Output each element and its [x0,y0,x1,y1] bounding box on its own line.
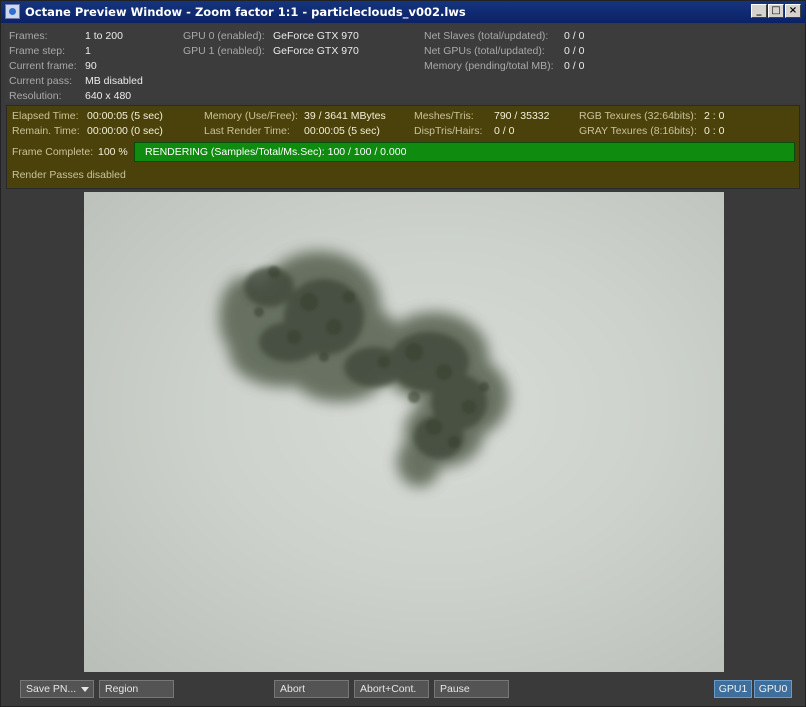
gpu0-toggle[interactable]: GPU0 [754,680,792,698]
gpu0-label: GPU 0 (enabled): [183,30,265,42]
current-frame-value: 90 [85,60,97,72]
title-bar[interactable]: Octane Preview Window - Zoom factor 1:1 … [1,1,805,23]
particle-cloud-render [219,251,509,487]
frames-label: Frames: [9,30,48,42]
bottom-toolbar: Save PN... Region Abort Abort+Cont. Paus… [1,673,805,706]
frame-complete-label: Frame Complete: [12,146,94,158]
abort-button[interactable]: Abort [274,680,349,698]
current-pass-value: MB disabled [85,75,143,87]
remain-time-label: Remain. Time: [12,125,80,137]
memory-pending-label: Memory (pending/total MB): [424,60,554,72]
disp-tris-value: 0 / 0 [494,125,515,137]
rgb-textures-value: 2 : 0 [704,110,725,122]
gpu1-label: GPU 1 (enabled): [183,45,265,57]
minimize-button[interactable]: _ [751,4,767,18]
save-png-dropdown[interactable]: Save PN... [20,680,94,698]
render-stats-panel: Elapsed Time: 00:00:05 (5 sec) Remain. T… [6,105,800,189]
elapsed-time-label: Elapsed Time: [12,110,79,122]
frames-value: 1 to 200 [85,30,123,42]
render-viewport[interactable] [84,192,724,672]
chevron-down-icon [81,687,89,692]
last-render-label: Last Render Time: [204,125,290,137]
gpu1-value: GeForce GTX 970 [273,45,359,57]
octane-preview-window: Octane Preview Window - Zoom factor 1:1 … [0,0,806,707]
net-slaves-value: 0 / 0 [564,30,585,42]
resolution-label: Resolution: [9,90,62,102]
gpu0-value: GeForce GTX 970 [273,30,359,42]
net-slaves-label: Net Slaves (total/updated): [424,30,549,42]
frame-step-label: Frame step: [9,45,66,57]
last-render-value: 00:00:05 (5 sec) [304,125,380,137]
app-icon [5,4,20,19]
elapsed-time-value: 00:00:05 (5 sec) [87,110,163,122]
render-progress-bar: RENDERING (Samples/Total/Ms.Sec): 100 / … [134,142,795,162]
meshes-tris-label: Meshes/Tris: [414,110,474,122]
abort-continue-button[interactable]: Abort+Cont. [354,680,429,698]
gpu1-toggle[interactable]: GPU1 [714,680,752,698]
rendering-status-text: RENDERING (Samples/Total/Ms.Sec): 100 / … [145,146,407,158]
frame-complete-value: 100 % [98,146,128,158]
memory-use-label: Memory (Use/Free): [204,110,298,122]
resolution-value: 640 x 480 [85,90,132,102]
maximize-button[interactable]: □ [768,4,784,18]
memory-pending-value: 0 / 0 [564,60,585,72]
meshes-tris-value: 790 / 35332 [494,110,550,122]
remain-time-value: 00:00:00 (0 sec) [87,125,163,137]
region-button[interactable]: Region [99,680,174,698]
disp-tris-label: DispTris/Hairs: [414,125,483,137]
memory-use-value: 39 / 3641 MBytes [304,110,386,122]
current-pass-label: Current pass: [9,75,73,87]
frame-step-value: 1 [85,45,91,57]
close-button[interactable]: × [785,4,801,18]
pause-button[interactable]: Pause [434,680,509,698]
render-passes-status: Render Passes disabled [12,169,126,181]
save-png-label: Save PN... [26,683,77,695]
window-title: Octane Preview Window - Zoom factor 1:1 … [25,5,466,19]
render-info-panel: Frames: 1 to 200 Frame step: 1 Current f… [5,25,801,103]
current-frame-label: Current frame: [9,60,77,72]
net-gpus-label: Net GPUs (total/updated): [424,45,545,57]
gray-textures-label: GRAY Texures (8:16bits): [579,125,697,137]
net-gpus-value: 0 / 0 [564,45,585,57]
gray-textures-value: 0 : 0 [704,125,725,137]
rgb-textures-label: RGB Texures (32:64bits): [579,110,697,122]
